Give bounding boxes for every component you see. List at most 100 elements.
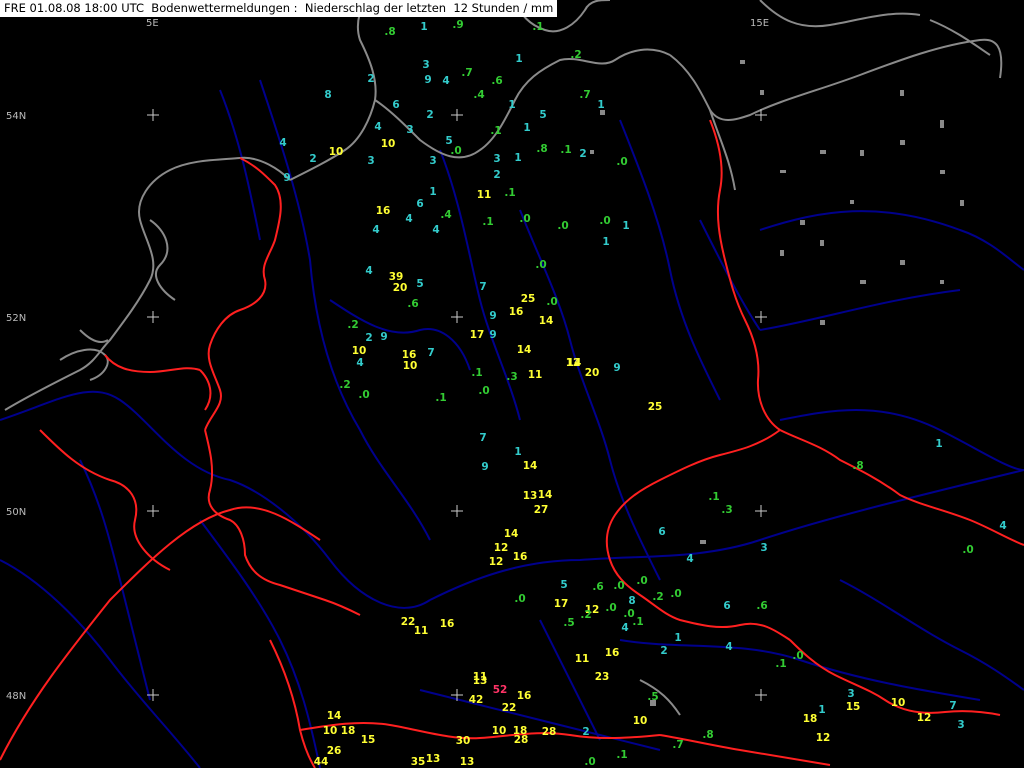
station-value: 23 — [595, 671, 610, 683]
station-value: 17 — [470, 329, 485, 341]
station-value: 13 — [523, 490, 538, 502]
station-value: 2 — [309, 153, 316, 165]
station-value: .0 — [519, 213, 530, 225]
station-value: .5 — [647, 691, 658, 703]
station-value: 22 — [502, 702, 517, 714]
station-value: .2 — [339, 379, 350, 391]
station-value: 1 — [622, 220, 629, 232]
station-value: 20 — [393, 282, 408, 294]
station-value: .1 — [490, 125, 501, 137]
station-value: .0 — [584, 756, 595, 768]
station-value: 1 — [818, 704, 825, 716]
station-value: .0 — [450, 145, 461, 157]
station-value: 1 — [508, 99, 515, 111]
station-value: 42 — [469, 694, 484, 706]
station-value: .0 — [605, 602, 616, 614]
lat-label-50n: 50N — [6, 507, 26, 518]
station-value: 6 — [392, 99, 399, 111]
station-value: 9 — [613, 362, 620, 374]
station-value: 2 — [579, 148, 586, 160]
station-value: 12 — [917, 712, 932, 724]
station-value: 4 — [374, 121, 381, 133]
station-value: 16 — [517, 690, 532, 702]
station-value: .0 — [358, 389, 369, 401]
station-value: .6 — [407, 298, 418, 310]
lon-label-15e: 15E — [750, 18, 769, 29]
map-title-bar: FRE 01.08.08 18:00 UTC Bodenwettermeldun… — [0, 0, 558, 17]
station-value: .3 — [721, 504, 732, 516]
station-value: 20 — [585, 367, 600, 379]
station-value: .2 — [580, 609, 591, 621]
station-value: 10 — [352, 345, 367, 357]
station-value: .8 — [852, 460, 863, 472]
station-value: 3 — [422, 59, 429, 71]
station-value: 11 — [575, 653, 590, 665]
station-value: .1 — [471, 367, 482, 379]
station-value: 16 — [376, 205, 391, 217]
precipitation-map: 54N 52N 50N 48N 5E 15E .8 1.9.1.218239 4.7… — [0, 0, 1024, 768]
lat-label-54n: 54N — [6, 111, 26, 122]
station-value: 13 — [473, 675, 488, 687]
station-value: .6 — [756, 600, 767, 612]
station-value: .0 — [636, 575, 647, 587]
station-value: 3 — [406, 124, 413, 136]
station-value: 9 — [380, 331, 387, 343]
station-value: .7 — [672, 739, 683, 751]
station-value: 10 — [381, 138, 396, 150]
station-value: .1 — [482, 216, 493, 228]
station-value: 30 — [456, 735, 471, 747]
station-value: 2 — [426, 109, 433, 121]
station-value: 4 — [621, 622, 628, 634]
station-value: .1 — [708, 491, 719, 503]
station-value: 16 — [509, 306, 524, 318]
lat-label-48n: 48N — [6, 691, 26, 702]
station-value: 3 — [760, 542, 767, 554]
station-value: 3 — [429, 155, 436, 167]
station-value: 2 — [582, 726, 589, 738]
station-value: 14 — [517, 344, 532, 356]
station-value: 1 — [674, 632, 681, 644]
station-value: 11 — [528, 369, 543, 381]
lon-label-5e: 5E — [146, 18, 159, 29]
station-value: 1 — [523, 122, 530, 134]
station-value: 3 — [957, 719, 964, 731]
station-value: .0 — [599, 215, 610, 227]
station-value: 10 — [403, 360, 418, 372]
station-value: .7 — [461, 67, 472, 79]
station-value: 11 — [414, 625, 429, 637]
station-value: .1 — [504, 187, 515, 199]
station-value: 44 — [314, 756, 329, 768]
station-value: 25 — [648, 401, 663, 413]
station-value: 3 — [367, 155, 374, 167]
station-value: .1 — [616, 749, 627, 761]
station-value: 5 — [539, 109, 546, 121]
station-value: 3 — [847, 688, 854, 700]
station-value: .2 — [347, 319, 358, 331]
station-value: .1 — [632, 616, 643, 628]
station-value: 6 — [723, 600, 730, 612]
station-value: .4 — [440, 209, 451, 221]
station-value: 14 — [538, 489, 553, 501]
station-value: 17 — [554, 598, 569, 610]
station-value: .0 — [478, 385, 489, 397]
station-value: 2 — [365, 332, 372, 344]
station-value: 1 — [514, 152, 521, 164]
station-value: .1 — [435, 392, 446, 404]
station-value: 14 — [523, 460, 538, 472]
station-value: 1 — [602, 236, 609, 248]
station-value: 16 — [605, 647, 620, 659]
station-value: .0 — [514, 593, 525, 605]
station-value: .0 — [962, 544, 973, 556]
station-value: .0 — [546, 296, 557, 308]
station-value: 9 — [489, 329, 496, 341]
station-value: .1 — [775, 658, 786, 670]
station-value: 4 — [279, 137, 286, 149]
station-value: .3 — [506, 371, 517, 383]
station-value: .1 — [532, 21, 543, 33]
station-value: 4 — [686, 553, 693, 565]
station-value: 3 — [493, 153, 500, 165]
station-value: .4 — [473, 89, 484, 101]
station-value: 6 — [416, 198, 423, 210]
station-value: 8 — [324, 89, 331, 101]
station-value: 14 — [327, 710, 342, 722]
